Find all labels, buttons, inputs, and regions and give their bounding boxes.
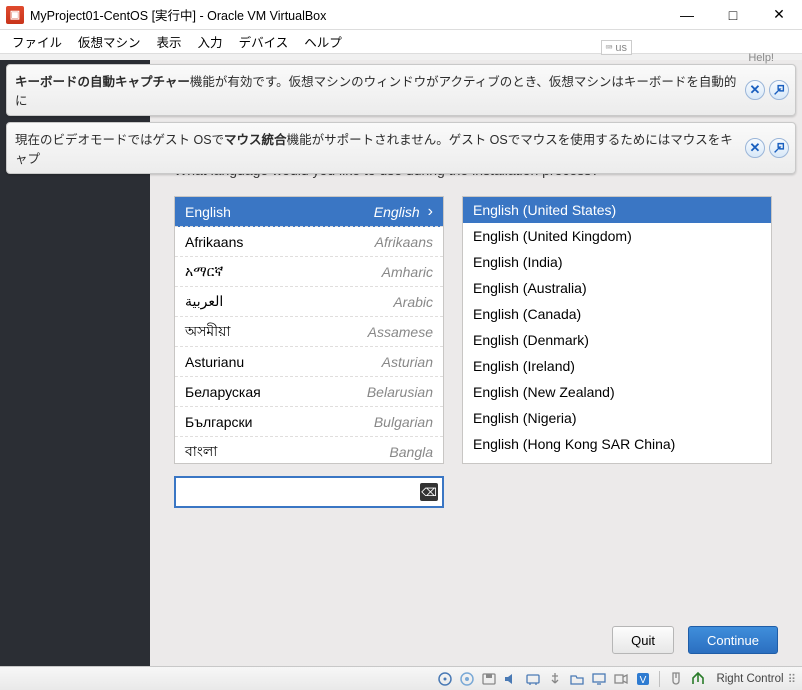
virtualbox-icon: ▣ — [6, 6, 24, 24]
lang-native: English — [185, 204, 374, 220]
lang-english: Bulgarian — [374, 414, 433, 430]
menubar: ファイル 仮想マシン 表示 入力 デバイス ヘルプ — [0, 30, 802, 54]
locale-row[interactable]: English (Hong Kong SAR China) — [463, 431, 771, 457]
display-icon[interactable] — [591, 671, 607, 687]
vm-state-icon[interactable]: V — [635, 671, 651, 687]
language-row[interactable]: EnglishEnglish › — [175, 197, 443, 227]
menu-input[interactable]: 入力 — [190, 30, 231, 53]
keyboard-layout-indicator: ⌨ us — [601, 40, 632, 55]
language-list[interactable]: EnglishEnglish›AfrikaansAfrikaansአማርኛAmh… — [174, 196, 444, 464]
notif1-hint-icon[interactable] — [769, 80, 789, 100]
lang-english: Belarusian — [367, 384, 433, 400]
lang-native: বাংলা — [185, 440, 389, 464]
notification-mouse-integration: 現在のビデオモードではゲスト OSでマウス統合機能がサポートされません。ゲスト … — [6, 122, 796, 174]
language-row[interactable]: አማርኛAmharic — [175, 257, 443, 287]
lang-english: Arabic — [393, 294, 433, 310]
lang-english: Assamese — [368, 324, 433, 340]
chevron-right-icon: › — [428, 203, 433, 221]
lang-english: Amharic — [382, 264, 433, 280]
minimize-button[interactable]: — — [664, 0, 710, 30]
language-row[interactable]: БългарскиBulgarian — [175, 407, 443, 437]
menu-machine[interactable]: 仮想マシン — [70, 30, 149, 53]
notif1-bold: キーボードの自動キャプチャー — [15, 75, 190, 89]
window-title: MyProject01-CentOS [実行中] - Oracle VM Vir… — [30, 5, 664, 24]
locale-row[interactable]: English (Denmark) — [463, 327, 771, 353]
language-row[interactable]: AfrikaansAfrikaans — [175, 227, 443, 257]
locale-row[interactable]: English (Canada) — [463, 301, 771, 327]
recording-icon[interactable] — [613, 671, 629, 687]
locale-row[interactable]: English (New Zealand) — [463, 379, 771, 405]
lang-english: English — [374, 204, 420, 220]
keyboard-icon: ⌨ — [606, 41, 613, 54]
clear-search-icon[interactable]: ⌫ — [420, 483, 438, 501]
lang-native: አማርኛ — [185, 263, 382, 280]
hostkey-indicator: Right Control ⠿ — [716, 672, 796, 686]
locale-row[interactable]: English (United Kingdom) — [463, 223, 771, 249]
locale-list[interactable]: English (United States)English (United K… — [462, 196, 772, 464]
locale-row[interactable]: English (Ireland) — [463, 353, 771, 379]
statusbar-separator — [659, 671, 660, 687]
notif1-close-icon[interactable]: ✕ — [745, 80, 765, 100]
network-icon[interactable] — [525, 671, 541, 687]
search-wrapper: ⌫ — [174, 476, 444, 508]
language-row[interactable]: AsturianuAsturian — [175, 347, 443, 377]
locale-row[interactable]: English (Australia) — [463, 275, 771, 301]
keyboard-layout-label: us — [615, 42, 627, 54]
hdd-icon[interactable] — [437, 671, 453, 687]
maximize-button[interactable]: □ — [710, 0, 756, 30]
optical-icon[interactable] — [459, 671, 475, 687]
mouse-integration-icon[interactable] — [668, 671, 684, 687]
notif2-pre: 現在のビデオモードではゲスト OSで — [15, 133, 224, 147]
audio-icon[interactable] — [503, 671, 519, 687]
language-search-input[interactable] — [174, 476, 444, 508]
notification-keyboard-capture: キーボードの自動キャプチャー機能が有効です。仮想マシンのウィンドウがアクティブの… — [6, 64, 796, 116]
menu-file[interactable]: ファイル — [4, 30, 70, 53]
locale-row[interactable]: English (Nigeria) — [463, 405, 771, 431]
continue-button[interactable]: Continue — [688, 626, 778, 654]
notif2-bold: マウス統合 — [224, 133, 287, 147]
statusbar-menu-icon[interactable]: ⠿ — [788, 672, 796, 686]
notif2-hint-icon[interactable] — [769, 138, 789, 158]
lang-native: Asturianu — [185, 354, 382, 370]
lang-english: Asturian — [382, 354, 433, 370]
usb-icon[interactable] — [547, 671, 563, 687]
window-titlebar: ▣ MyProject01-CentOS [実行中] - Oracle VM V… — [0, 0, 802, 30]
quit-button[interactable]: Quit — [612, 626, 674, 654]
svg-text:V: V — [640, 675, 647, 686]
language-row[interactable]: অসমীয়াAssamese — [175, 317, 443, 347]
locale-row[interactable]: English (India) — [463, 249, 771, 275]
lang-native: Беларуская — [185, 384, 367, 400]
lang-native: Български — [185, 414, 374, 430]
lang-native: অসমীয়া — [185, 320, 368, 344]
notif2-close-icon[interactable]: ✕ — [745, 138, 765, 158]
close-button[interactable]: ✕ — [756, 0, 802, 30]
language-row[interactable]: বাংলাBangla — [175, 437, 443, 464]
keyboard-captured-icon[interactable] — [690, 671, 706, 687]
lang-english: Bangla — [389, 444, 433, 460]
language-row[interactable]: БеларускаяBelarusian — [175, 377, 443, 407]
lang-english: Afrikaans — [375, 234, 433, 250]
hostkey-label: Right Control — [716, 673, 783, 685]
menu-view[interactable]: 表示 — [149, 30, 190, 53]
lang-native: Afrikaans — [185, 234, 375, 250]
lang-native: العربية — [185, 293, 393, 310]
menu-devices[interactable]: デバイス — [231, 30, 297, 53]
locale-row[interactable]: English (United States) — [463, 197, 771, 223]
language-row[interactable]: العربيةArabic — [175, 287, 443, 317]
virtualbox-statusbar: V Right Control ⠿ — [0, 666, 802, 690]
floppy-icon[interactable] — [481, 671, 497, 687]
menu-help[interactable]: ヘルプ — [296, 30, 350, 53]
shared-folders-icon[interactable] — [569, 671, 585, 687]
